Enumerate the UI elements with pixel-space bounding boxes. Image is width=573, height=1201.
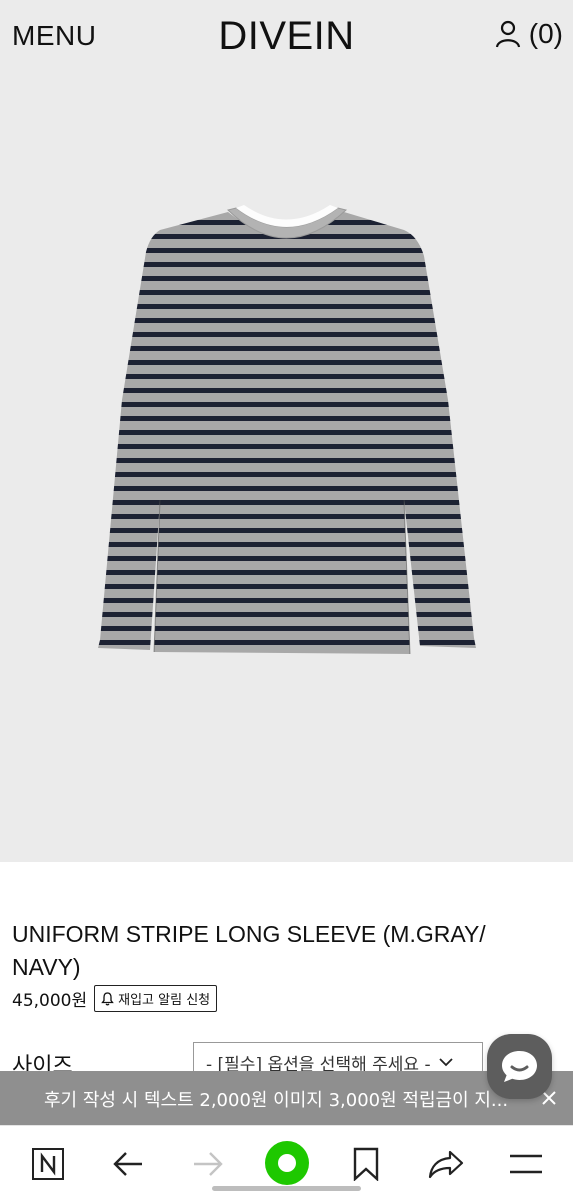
green-dot-icon[interactable] bbox=[264, 1140, 310, 1186]
hamburger-menu-icon[interactable] bbox=[506, 1144, 546, 1184]
account-cart[interactable]: (0) bbox=[495, 18, 563, 50]
price-row: 45,000원 재입고 알림 신청 bbox=[12, 985, 218, 1012]
home-indicator bbox=[212, 1186, 361, 1191]
chevron-down-icon bbox=[438, 1058, 453, 1067]
bookmark-icon[interactable] bbox=[346, 1144, 386, 1184]
site-header: MENU DIVEIN (0) bbox=[0, 0, 573, 80]
user-icon[interactable] bbox=[495, 20, 521, 48]
product-title: UNIFORM STRIPE LONG SLEEVE (M.GRAY/ NAVY… bbox=[12, 921, 486, 980]
banner-message: 후기 작성 시 텍스트 2,000원 이미지 3,000원 적립금이 지... bbox=[44, 1090, 509, 1111]
share-icon[interactable] bbox=[426, 1144, 466, 1184]
site-logo[interactable]: DIVEIN bbox=[0, 14, 573, 59]
restock-label: 재입고 알림 신청 bbox=[118, 993, 211, 1008]
back-arrow-icon[interactable] bbox=[108, 1144, 148, 1184]
striped-shirt-illustration bbox=[98, 205, 476, 655]
naver-home-icon[interactable] bbox=[28, 1144, 68, 1184]
forward-arrow-icon[interactable] bbox=[188, 1144, 228, 1184]
cart-count[interactable]: (0) bbox=[529, 18, 563, 50]
chat-button[interactable] bbox=[487, 1034, 552, 1099]
product-image bbox=[0, 80, 573, 862]
product-price: 45,000원 bbox=[12, 991, 88, 1011]
restock-alert-button[interactable]: 재입고 알림 신청 bbox=[94, 985, 218, 1012]
chat-bubble-icon bbox=[502, 1051, 537, 1082]
bell-icon bbox=[101, 991, 114, 1005]
